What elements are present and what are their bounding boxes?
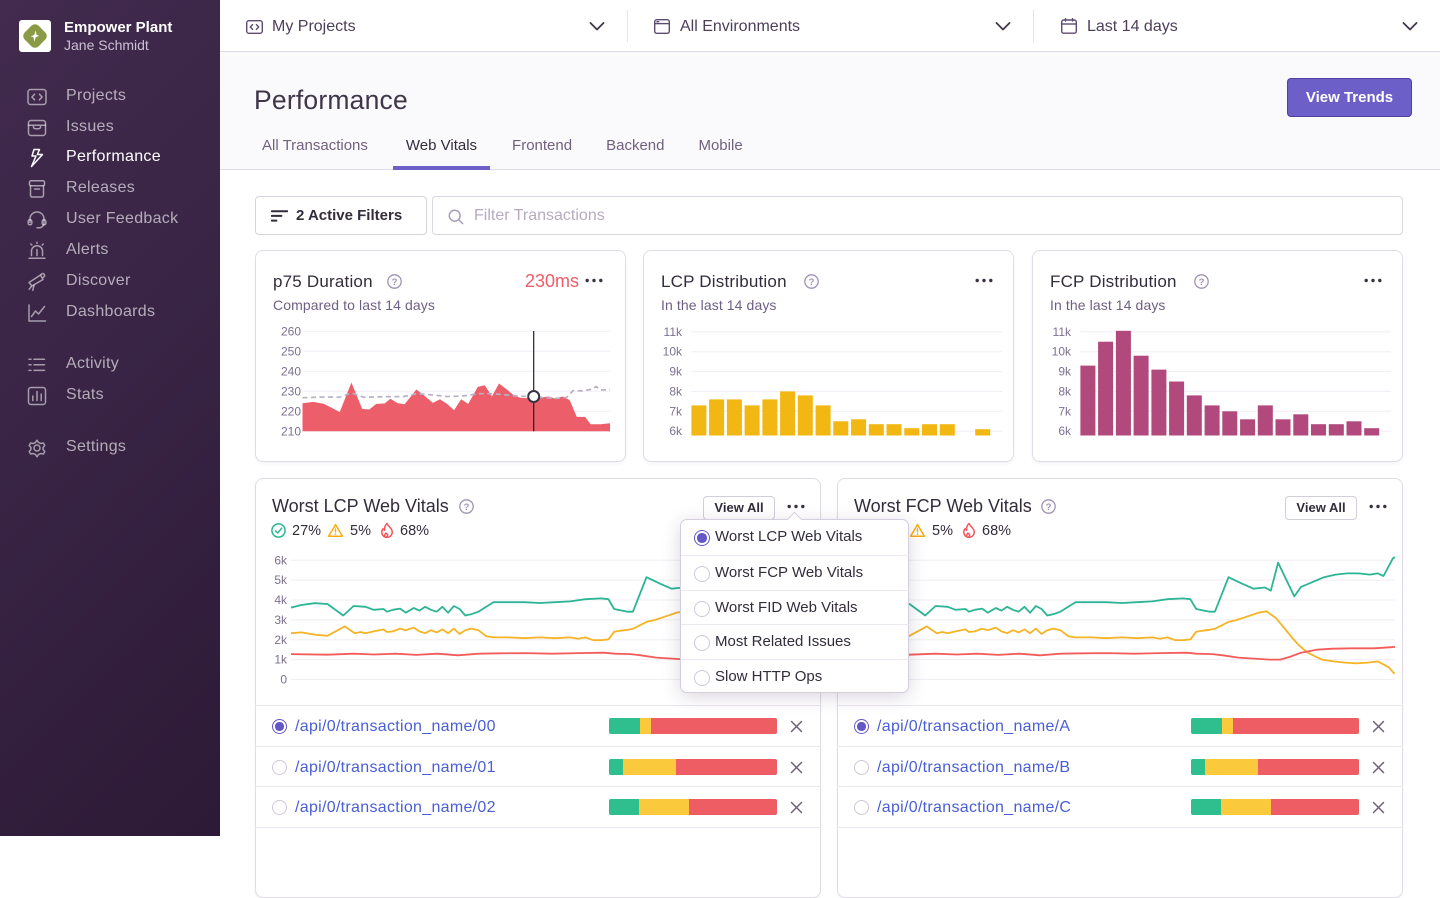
svg-text:9k: 9k bbox=[1058, 365, 1072, 379]
svg-text:0: 0 bbox=[280, 673, 287, 687]
svg-text:8k: 8k bbox=[669, 384, 683, 398]
svg-text:6k: 6k bbox=[669, 424, 683, 438]
svg-text:?: ? bbox=[392, 277, 398, 288]
svg-text:11k: 11k bbox=[664, 325, 683, 339]
svg-text:1k: 1k bbox=[274, 653, 288, 667]
svg-text:260: 260 bbox=[281, 324, 301, 338]
svg-text:6k: 6k bbox=[1058, 424, 1072, 438]
svg-text:?: ? bbox=[809, 277, 815, 288]
svg-text:3k: 3k bbox=[274, 613, 288, 627]
svg-text:230: 230 bbox=[281, 384, 301, 398]
svg-text:9k: 9k bbox=[669, 365, 683, 379]
svg-text:?: ? bbox=[1046, 502, 1052, 513]
svg-text:7k: 7k bbox=[669, 404, 683, 418]
svg-text:?: ? bbox=[1199, 277, 1205, 288]
svg-text:4k: 4k bbox=[274, 593, 288, 607]
svg-text:11k: 11k bbox=[1053, 325, 1072, 339]
svg-text:240: 240 bbox=[281, 364, 301, 378]
svg-text:7k: 7k bbox=[1058, 404, 1072, 418]
svg-text:220: 220 bbox=[281, 404, 301, 418]
svg-text:?: ? bbox=[464, 502, 470, 513]
svg-text:250: 250 bbox=[281, 344, 301, 358]
svg-text:5k: 5k bbox=[274, 573, 288, 587]
svg-text:210: 210 bbox=[281, 424, 301, 438]
svg-text:8k: 8k bbox=[1058, 384, 1072, 398]
svg-text:10k: 10k bbox=[663, 345, 683, 359]
svg-text:6k: 6k bbox=[274, 553, 288, 567]
svg-text:10k: 10k bbox=[1052, 345, 1072, 359]
svg-text:2k: 2k bbox=[274, 633, 288, 647]
